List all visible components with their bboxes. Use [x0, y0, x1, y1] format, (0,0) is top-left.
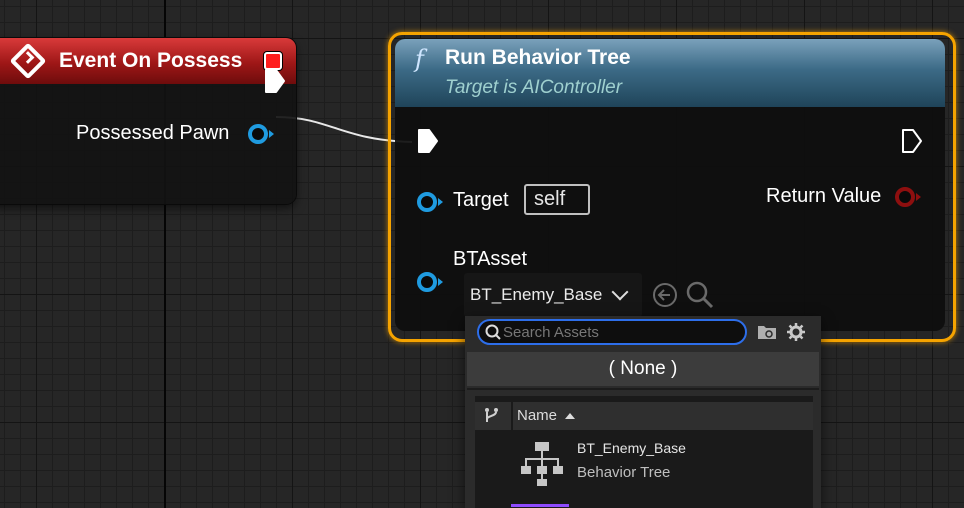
- asset-item-name: BT_Enemy_Base: [577, 440, 686, 456]
- source-branch-icon[interactable]: [483, 407, 501, 425]
- event-diamond-icon: [9, 42, 47, 80]
- exec-input-pin-icon[interactable]: [417, 128, 439, 154]
- btasset-combo-box[interactable]: BT_Enemy_Base: [464, 273, 642, 317]
- return-value-pin-icon[interactable]: [894, 186, 922, 208]
- asset-type-color-bar: [511, 504, 569, 507]
- event-node-title: Event On Possess: [59, 49, 243, 72]
- return-value-label: Return Value: [766, 185, 882, 207]
- asset-list: Name BT_Enemy_Base Behavior Tree: [475, 396, 813, 508]
- name-column-header[interactable]: Name: [517, 407, 557, 424]
- divider: [467, 388, 819, 390]
- none-option[interactable]: ( None ): [467, 352, 819, 386]
- function-node-header[interactable]: f Run Behavior Tree Target is AIControll…: [395, 39, 945, 107]
- use-selected-icon[interactable]: [652, 282, 680, 310]
- asset-search-box[interactable]: [477, 319, 747, 345]
- behavior-tree-icon: [521, 442, 563, 486]
- function-icon: f: [415, 45, 424, 73]
- folder-icon[interactable]: [757, 323, 777, 341]
- exec-output-pin-icon[interactable]: [901, 128, 923, 154]
- target-value-field[interactable]: self: [524, 184, 590, 215]
- event-node-header[interactable]: Event On Possess: [0, 38, 296, 84]
- asset-list-header: Name: [475, 402, 813, 430]
- target-pin-icon[interactable]: [416, 191, 444, 213]
- btasset-pin-icon[interactable]: [416, 271, 444, 293]
- target-label: Target: [453, 189, 509, 211]
- btasset-label: BTAsset: [453, 248, 528, 270]
- gear-icon[interactable]: [786, 322, 806, 342]
- asset-search-input[interactable]: [503, 323, 733, 341]
- function-node-subtitle: Target is AIController: [445, 77, 623, 98]
- sort-ascending-icon: [565, 413, 575, 419]
- exec-output-pin-icon[interactable]: [264, 68, 286, 94]
- function-node-title: Run Behavior Tree: [445, 46, 631, 69]
- event-on-possess-node[interactable]: Event On Possess: [0, 38, 296, 204]
- asset-picker-dropdown: ( None ) Name: [465, 316, 821, 508]
- btasset-selected-value: BT_Enemy_Base: [470, 285, 603, 304]
- column-separator[interactable]: [511, 402, 513, 430]
- search-icon: [485, 324, 501, 340]
- browse-icon[interactable]: [685, 280, 715, 310]
- possessed-pawn-pin-icon[interactable]: [247, 123, 275, 145]
- asset-item-type: Behavior Tree: [577, 464, 671, 481]
- chevron-down-icon: [611, 283, 629, 301]
